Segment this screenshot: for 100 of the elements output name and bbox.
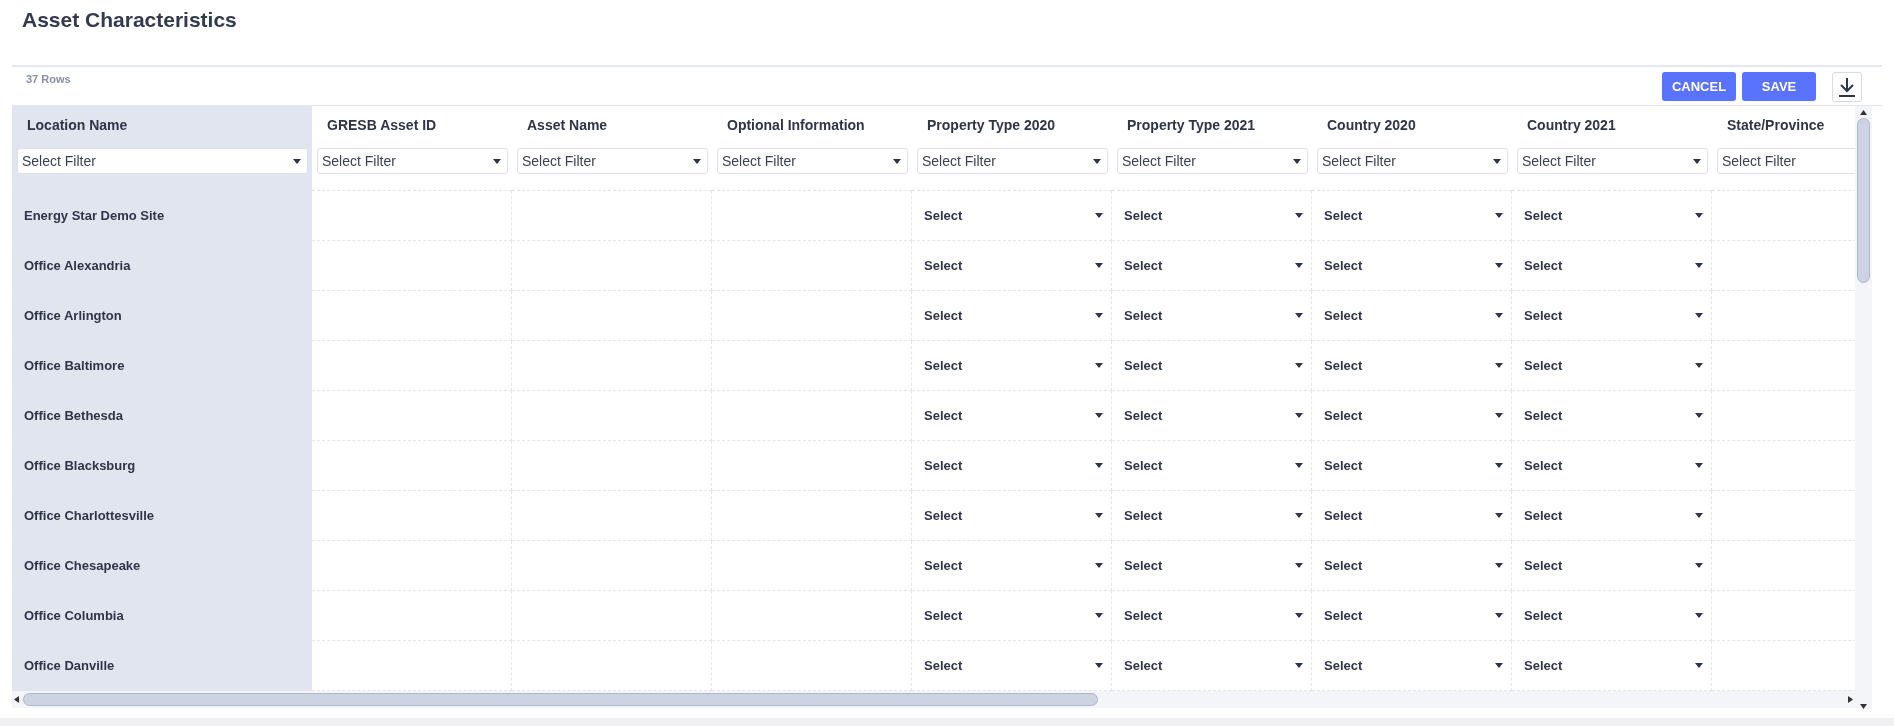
filter-dropdown[interactable]: Select Filter <box>1117 148 1308 174</box>
caret-icon <box>1695 363 1703 368</box>
select-dropdown[interactable]: Select <box>924 352 1103 379</box>
caret-icon <box>1095 463 1103 468</box>
select-dropdown[interactable]: Select <box>1324 652 1503 679</box>
caret-icon <box>1695 213 1703 218</box>
left-arrow-icon[interactable] <box>14 696 19 703</box>
caret-icon <box>1695 313 1703 318</box>
column-header[interactable]: GRESB Asset ID <box>317 116 437 134</box>
caret-icon <box>1495 413 1503 418</box>
select-dropdown[interactable]: Select <box>1524 252 1703 279</box>
select-dropdown[interactable]: Select <box>1324 452 1503 479</box>
caret-icon <box>1295 613 1303 618</box>
select-dropdown[interactable]: Select <box>1524 402 1703 429</box>
column-header[interactable]: State/Province <box>1717 116 1825 134</box>
caret-icon <box>1695 613 1703 618</box>
select-dropdown[interactable]: Select <box>1324 252 1503 279</box>
caret-icon <box>1495 563 1503 568</box>
filter-dropdown[interactable]: Select Filter <box>1317 148 1508 174</box>
horizontal-scrollbar[interactable] <box>12 691 1855 708</box>
select-dropdown[interactable]: Select <box>1124 552 1303 579</box>
filter-dropdown[interactable]: Select Filter <box>17 148 308 174</box>
row-count: 37 Rows <box>26 73 71 85</box>
filter-dropdown[interactable]: Select Filter <box>917 148 1108 174</box>
caret-icon <box>1695 413 1703 418</box>
caret-icon <box>1095 613 1103 618</box>
select-dropdown[interactable]: Select <box>1124 202 1303 229</box>
vertical-scrollbar[interactable] <box>1855 106 1872 709</box>
caret-icon <box>1495 363 1503 368</box>
caret-icon <box>1495 513 1503 518</box>
select-dropdown[interactable]: Select <box>1524 302 1703 329</box>
select-dropdown[interactable]: Select <box>1524 652 1703 679</box>
select-dropdown[interactable]: Select <box>1324 602 1503 629</box>
location-name: Office Chesapeake <box>24 558 141 573</box>
select-dropdown[interactable]: Select <box>1324 202 1503 229</box>
select-dropdown[interactable]: Select <box>924 302 1103 329</box>
download-button[interactable] <box>1832 72 1862 102</box>
scrollbar-thumb[interactable] <box>1857 118 1870 283</box>
column-header[interactable]: Asset Name <box>517 116 608 134</box>
column-header[interactable]: Property Type 2020 <box>917 116 1056 134</box>
column-header[interactable]: Location Name <box>17 116 128 134</box>
select-dropdown[interactable]: Select <box>924 452 1103 479</box>
select-dropdown[interactable]: Select <box>1124 602 1303 629</box>
down-arrow-icon[interactable] <box>1860 704 1867 709</box>
scrollbar-thumb[interactable] <box>23 693 1098 706</box>
select-dropdown[interactable]: Select <box>1524 602 1703 629</box>
caret-icon <box>1695 463 1703 468</box>
caret-icon <box>1095 663 1103 668</box>
caret-icon <box>1295 213 1303 218</box>
caret-icon <box>1495 263 1503 268</box>
select-dropdown[interactable]: Select <box>1124 652 1303 679</box>
column-header[interactable]: Property Type 2021 <box>1117 116 1256 134</box>
filter-dropdown[interactable]: Select Filter <box>1517 148 1708 174</box>
select-dropdown[interactable]: Select <box>924 552 1103 579</box>
select-dropdown[interactable]: Select <box>1524 352 1703 379</box>
select-dropdown[interactable]: Select <box>924 202 1103 229</box>
select-dropdown[interactable]: Select <box>924 602 1103 629</box>
select-dropdown[interactable]: Select <box>1124 402 1303 429</box>
save-button[interactable]: SAVE <box>1742 72 1816 101</box>
caret-icon <box>1295 663 1303 668</box>
select-dropdown[interactable]: Select <box>1524 202 1703 229</box>
column-header[interactable]: Country 2020 <box>1317 116 1416 134</box>
filter-dropdown[interactable]: Select Filter <box>717 148 908 174</box>
caret-icon <box>1095 313 1103 318</box>
up-arrow-icon[interactable] <box>1860 110 1867 115</box>
filter-dropdown[interactable]: Select Filter <box>517 148 708 174</box>
download-icon <box>1838 77 1856 97</box>
caret-icon <box>1495 313 1503 318</box>
filter-dropdown[interactable]: Select Filter <box>1717 148 1855 174</box>
select-dropdown[interactable]: Select <box>1324 352 1503 379</box>
right-arrow-icon[interactable] <box>1848 696 1853 703</box>
caret-icon <box>1695 263 1703 268</box>
select-dropdown[interactable]: Select <box>1324 402 1503 429</box>
select-dropdown[interactable]: Select <box>1524 452 1703 479</box>
caret-icon <box>1295 263 1303 268</box>
select-dropdown[interactable]: Select <box>1524 502 1703 529</box>
select-dropdown[interactable]: Select <box>1124 452 1303 479</box>
select-dropdown[interactable]: Select <box>924 652 1103 679</box>
select-dropdown[interactable]: Select <box>1524 552 1703 579</box>
caret-icon <box>1295 363 1303 368</box>
column-header[interactable]: Country 2021 <box>1517 116 1616 134</box>
select-dropdown[interactable]: Select <box>1124 352 1303 379</box>
select-dropdown[interactable]: Select <box>1324 502 1503 529</box>
column-header[interactable]: Optional Information <box>717 116 865 134</box>
filter-dropdown[interactable]: Select Filter <box>317 148 508 174</box>
select-dropdown[interactable]: Select <box>924 502 1103 529</box>
select-dropdown[interactable]: Select <box>1324 552 1503 579</box>
select-dropdown[interactable]: Select <box>1124 502 1303 529</box>
select-dropdown[interactable]: Select <box>924 252 1103 279</box>
location-name: Office Charlottesville <box>24 508 155 523</box>
select-dropdown[interactable]: Select <box>1124 302 1303 329</box>
caret-icon <box>1095 213 1103 218</box>
caret-icon <box>1093 158 1101 164</box>
caret-icon <box>893 158 901 164</box>
cancel-button[interactable]: CANCEL <box>1662 72 1736 101</box>
select-dropdown[interactable]: Select <box>924 402 1103 429</box>
caret-icon <box>1095 513 1103 518</box>
select-dropdown[interactable]: Select <box>1124 252 1303 279</box>
location-name: Office Blacksburg <box>24 458 136 473</box>
select-dropdown[interactable]: Select <box>1324 302 1503 329</box>
